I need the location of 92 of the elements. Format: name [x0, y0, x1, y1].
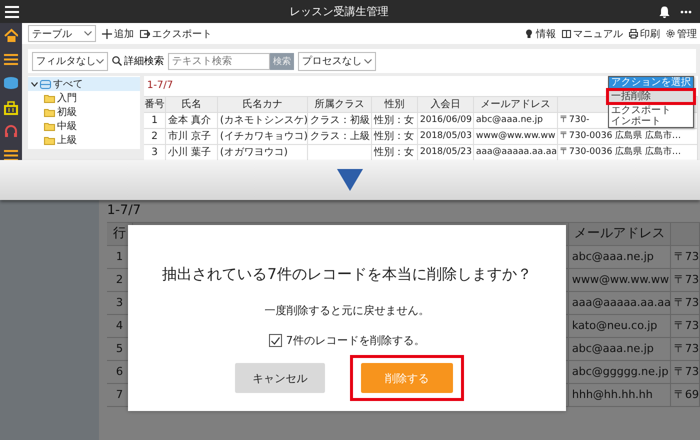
- check-icon: [271, 336, 280, 344]
- headset-icon: [4, 124, 18, 139]
- table-cell: 〒73: [671, 269, 700, 292]
- book-icon: [562, 28, 571, 38]
- checkbox[interactable]: [269, 334, 282, 347]
- column-header: 氏名: [166, 97, 218, 113]
- table-cell: 〒69: [671, 384, 700, 407]
- basket-icon: [4, 100, 18, 115]
- menu-item[interactable]: インポート: [609, 116, 693, 127]
- table-cell: abc@aaa.ne.jp: [569, 338, 671, 361]
- search-field[interactable]: テキスト検索: [168, 52, 270, 70]
- cancel-button[interactable]: キャンセル: [235, 363, 325, 393]
- table-cell: 2018/05/03: [418, 129, 474, 145]
- search-icon: [112, 56, 122, 66]
- dialog-note: 一度削除すると元に戻せません。: [264, 303, 430, 318]
- menu-item[interactable]: 一括削除: [609, 91, 693, 102]
- table-cell: (イチカワキョウコ): [218, 129, 308, 145]
- table-cell: 2016/06/09: [418, 113, 474, 129]
- table-cell: (カネモトシンスケ): [218, 113, 308, 129]
- table-cell: 性別：女: [372, 129, 418, 145]
- nav-button[interactable]: [2, 26, 20, 45]
- process-select[interactable]: プロセスなし: [298, 52, 376, 70]
- folder-icon: [44, 136, 55, 144]
- table-cell: abc@ggggg.ne.jp: [569, 361, 671, 384]
- table-cell: 〒730-0036 広島県 広島市…: [558, 129, 698, 145]
- tree-item[interactable]: 入門: [28, 91, 140, 105]
- filter-select[interactable]: フィルタなし: [32, 52, 108, 70]
- table-cell: 2: [144, 129, 166, 145]
- table-cell: aaa@aaaaa.aa.aa: [569, 292, 671, 315]
- admin-link[interactable]: 管理: [666, 26, 697, 40]
- caret-icon: [84, 31, 92, 36]
- export-button[interactable]: エクスポート: [140, 26, 212, 40]
- table-cell: kato@neu.co.jp: [569, 315, 671, 338]
- record-count: 1-7/7: [146, 79, 174, 93]
- table-cell: 市川 京子: [166, 129, 218, 145]
- view-select[interactable]: テーブル: [28, 25, 96, 42]
- table-cell: 〒73: [671, 338, 700, 361]
- dialog-question: 抽出されている7件のレコードを本当に削除しますか？: [162, 265, 532, 284]
- column-header: メールアドレス: [474, 97, 558, 113]
- table-cell: 〒73: [671, 292, 700, 315]
- tree-item[interactable]: 初級: [28, 105, 140, 119]
- table-cell: 〒73: [671, 361, 700, 384]
- table-cell: クラス：初級: [308, 113, 372, 129]
- chevron-icon: [31, 82, 38, 86]
- list-icon: [4, 52, 18, 67]
- menu-item[interactable]: エクスポート: [609, 105, 693, 116]
- caret-icon: [96, 58, 104, 64]
- table-cell: abc@aaa.ne.jp: [474, 113, 558, 129]
- plus-icon: [102, 28, 112, 38]
- table-cell: 〒73: [671, 315, 700, 338]
- bulb-icon: [525, 28, 534, 38]
- folder-icon: [44, 122, 55, 130]
- column-header: 性別: [372, 97, 418, 113]
- table-cell: hhh@hh.hh.hh: [569, 384, 671, 407]
- more-icon: [680, 10, 692, 14]
- app-title: レッスン受講生管理: [288, 4, 390, 19]
- column-header: 氏名カナ: [218, 97, 308, 113]
- record-count: 1-7/7: [107, 202, 142, 220]
- home-icon: [4, 28, 18, 43]
- table-cell: www@ww.ww.ww: [569, 269, 671, 292]
- tree-item[interactable]: 上級: [28, 133, 140, 147]
- table-cell: 性別：女: [372, 113, 418, 129]
- tree-item[interactable]: 中級: [28, 119, 140, 133]
- bell-icon: [659, 6, 670, 18]
- print-link[interactable]: 印刷: [629, 26, 660, 40]
- caret-icon: [364, 58, 372, 64]
- folder-icon: [44, 108, 55, 116]
- database-icon: [40, 80, 51, 88]
- menu-icon: [5, 6, 19, 18]
- folder-icon: [44, 94, 55, 102]
- export-icon: [140, 28, 150, 38]
- table-cell: クラス：上級: [308, 129, 372, 145]
- info-link[interactable]: 情報: [525, 26, 556, 40]
- column-header: 入会日: [418, 97, 474, 113]
- add-button[interactable]: 追加: [102, 26, 134, 40]
- column-header: 所属クラス: [308, 97, 372, 113]
- table-cell: 〒73: [671, 246, 700, 269]
- database-icon: [4, 76, 18, 91]
- checkbox-label: 7件のレコードを削除する。: [286, 333, 425, 348]
- advanced-search-button[interactable]: 詳細検索: [112, 54, 164, 68]
- tree-item[interactable]: すべて: [28, 77, 140, 91]
- column-header: メールアドレス: [569, 223, 671, 246]
- column-header: 番号: [144, 97, 166, 113]
- table-cell: 金本 真介: [166, 113, 218, 129]
- printer-icon: [629, 28, 638, 38]
- manual-link[interactable]: マニュアル: [562, 26, 623, 40]
- down-arrow-icon: [337, 169, 363, 191]
- gear-icon: [666, 28, 675, 38]
- table-cell: www@ww.ww.ww: [474, 129, 558, 145]
- table-cell: 1: [144, 113, 166, 129]
- table-cell: abc@aaa.ne.jp: [569, 246, 671, 269]
- list-icon: [4, 148, 18, 160]
